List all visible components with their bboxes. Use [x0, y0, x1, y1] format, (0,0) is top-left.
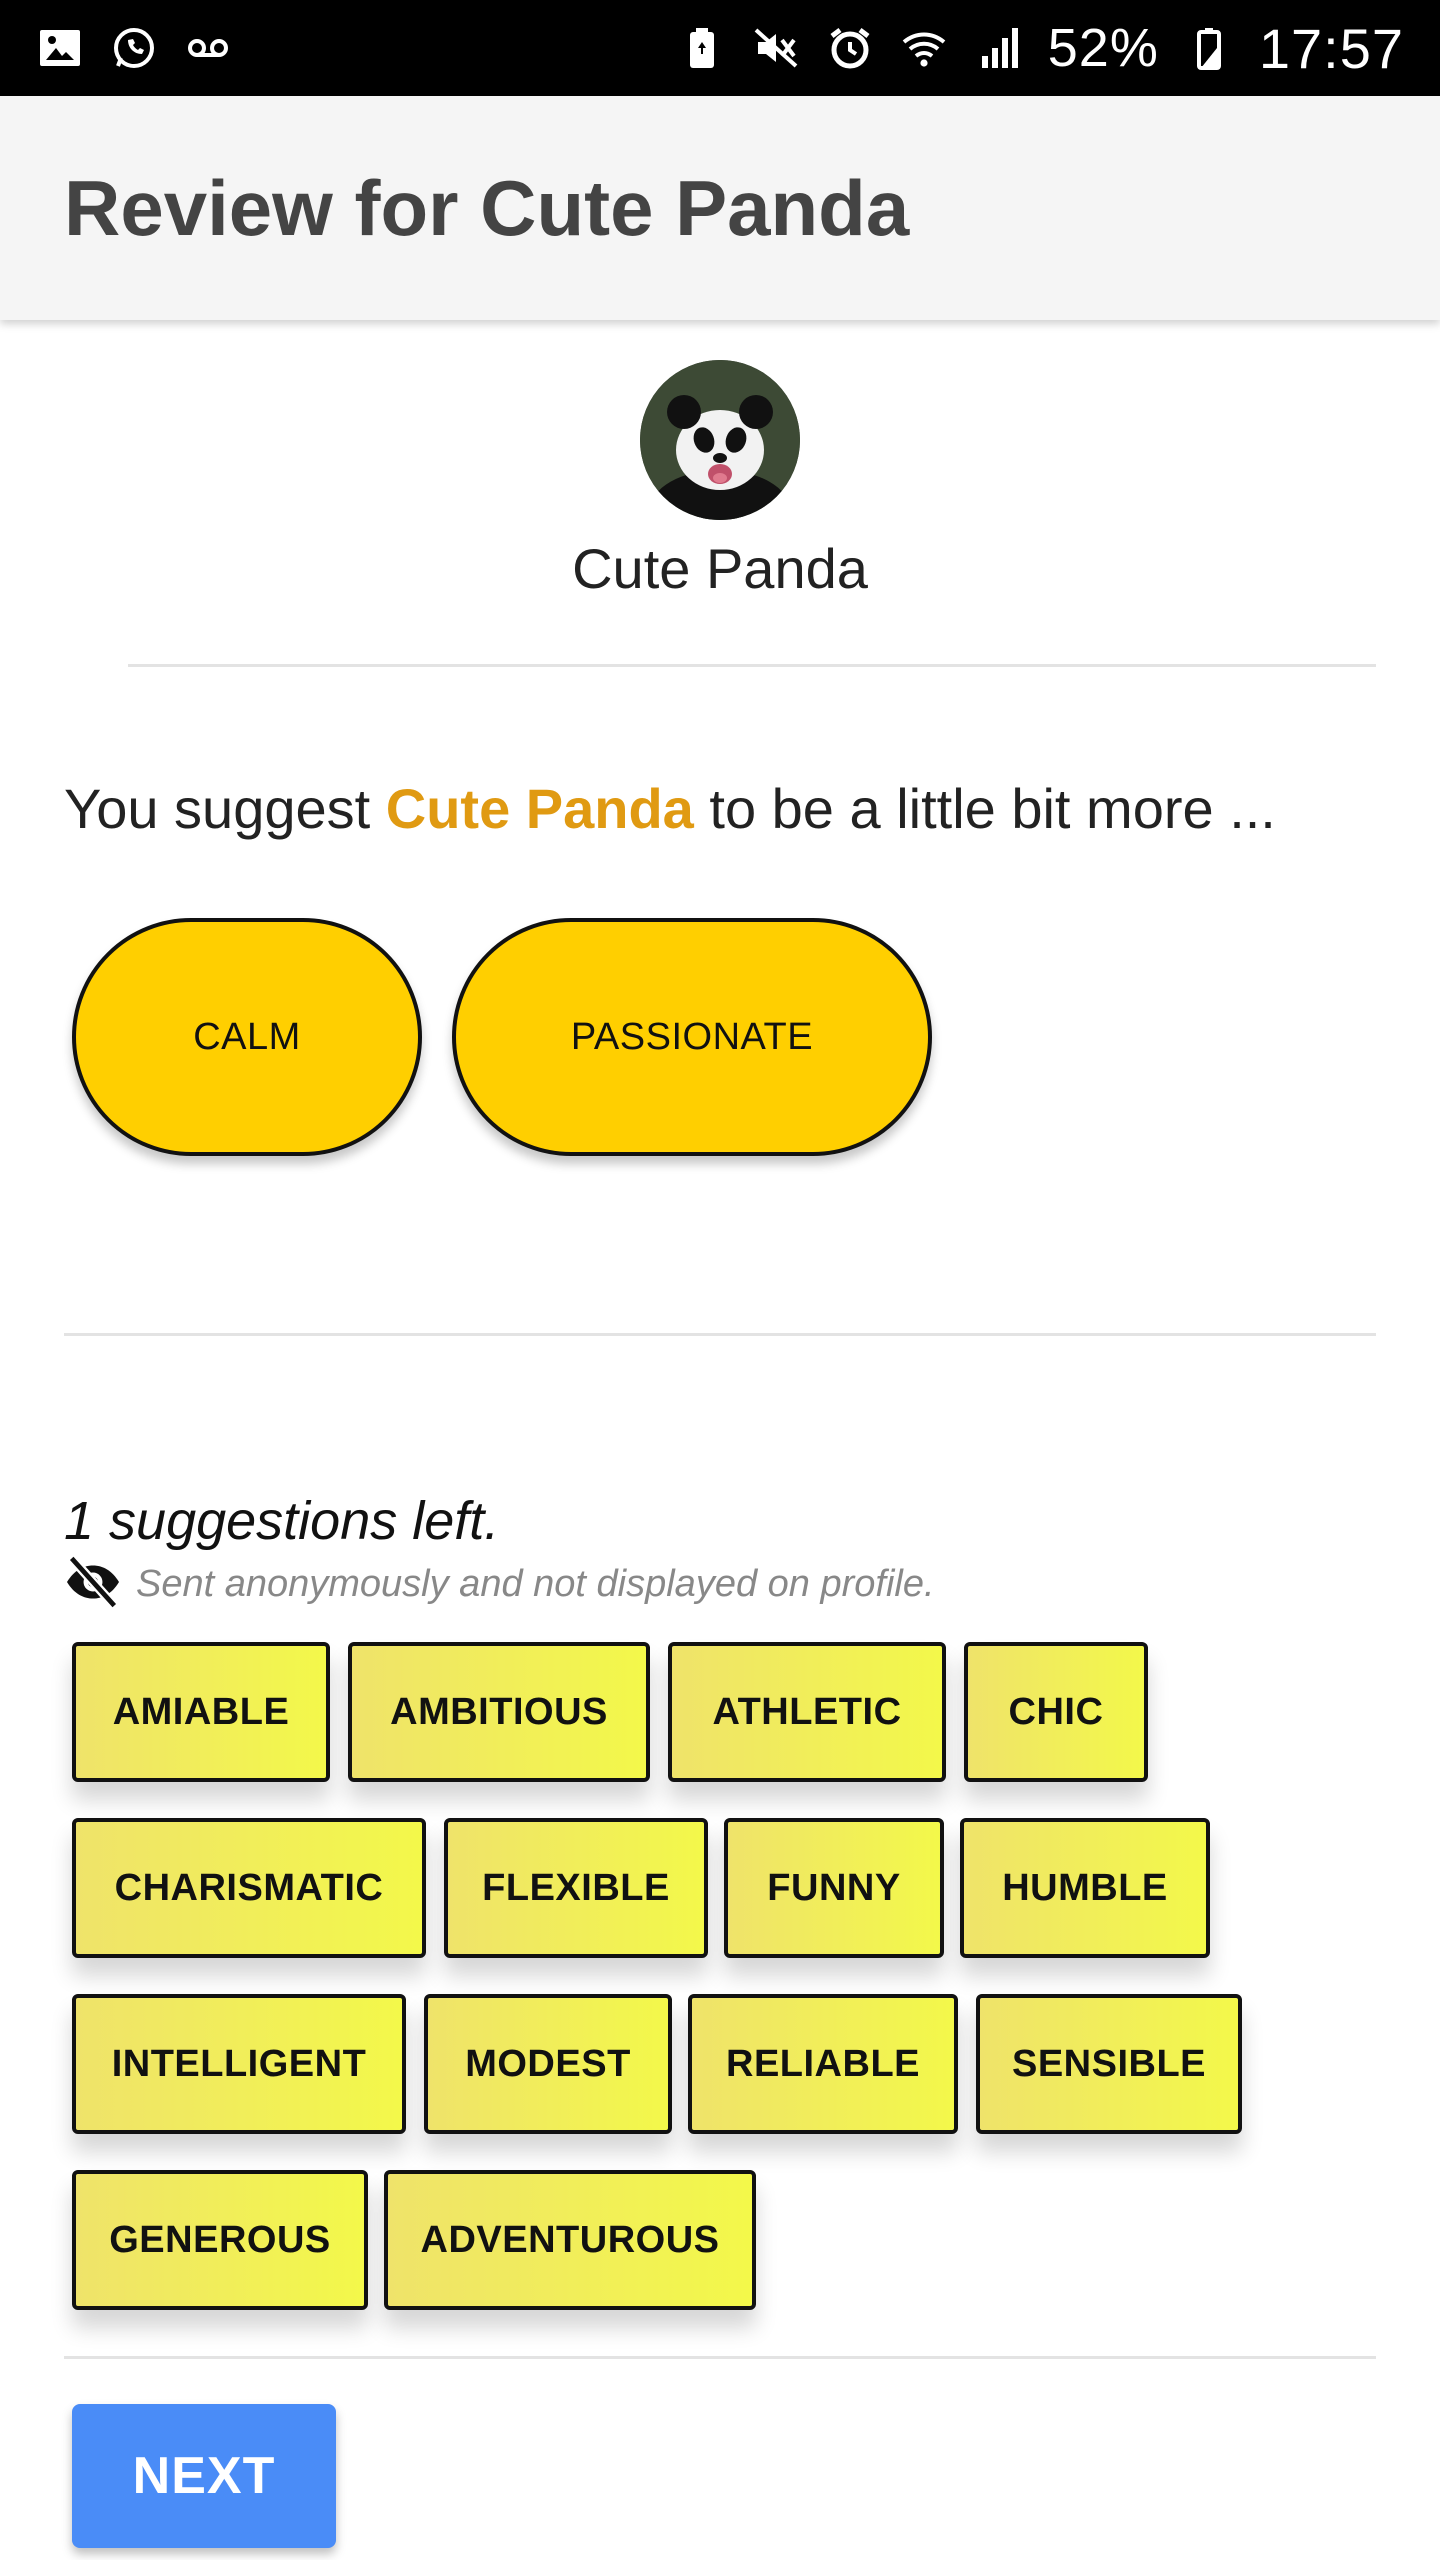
trait-chip-humble[interactable]: HUMBLE — [960, 1818, 1210, 1958]
trait-chip-chic[interactable]: CHIC — [964, 1642, 1148, 1782]
alarm-icon — [826, 24, 874, 72]
selected-trait-calm[interactable]: CALM — [72, 918, 422, 1156]
trait-chip-flexible[interactable]: FLEXIBLE — [444, 1818, 708, 1958]
divider — [128, 664, 1376, 667]
trait-chip-adventurous[interactable]: ADVENTUROUS — [384, 2170, 756, 2310]
status-bar: 52% 17:57 — [0, 0, 1440, 96]
page-title: Review for Cute Panda — [64, 163, 910, 252]
wifi-icon — [900, 24, 948, 72]
trait-chip-ambitious[interactable]: AMBITIOUS — [348, 1642, 650, 1782]
signal-icon — [974, 24, 1022, 72]
clock: 17:57 — [1258, 16, 1404, 80]
suggestion-target-name: Cute Panda — [385, 777, 694, 840]
battery-saver-icon — [678, 24, 726, 72]
trait-chip-sensible[interactable]: SENSIBLE — [976, 1994, 1242, 2134]
battery-percent: 52% — [1047, 18, 1159, 78]
panda-avatar-image — [640, 360, 800, 520]
trait-chip-intelligent[interactable]: INTELLIGENT — [72, 1994, 406, 2134]
app-bar: Review for Cute Panda — [0, 96, 1440, 320]
trait-chip-athletic[interactable]: ATHLETIC — [668, 1642, 946, 1782]
suggestion-prefix: You suggest — [64, 777, 386, 840]
trait-chip-amiable[interactable]: AMIABLE — [72, 1642, 330, 1782]
whatsapp-icon — [110, 24, 158, 72]
trait-chip-funny[interactable]: FUNNY — [724, 1818, 944, 1958]
avatar — [640, 360, 800, 520]
anonymous-note-text: Sent anonymously and not displayed on pr… — [136, 1563, 935, 1605]
battery-icon — [1185, 24, 1233, 72]
eye-off-icon — [64, 1555, 122, 1613]
trait-chip-reliable[interactable]: RELIABLE — [688, 1994, 958, 2134]
voicemail-icon — [184, 24, 232, 72]
trait-chip-charismatic[interactable]: CHARISMATIC — [72, 1818, 426, 1958]
suggestions-remaining: 1 suggestions left. — [64, 1491, 500, 1551]
anonymous-note: Sent anonymously and not displayed on pr… — [64, 1555, 935, 1613]
next-button[interactable]: NEXT — [72, 2404, 336, 2548]
mute-icon — [752, 24, 800, 72]
trait-chip-generous[interactable]: GENEROUS — [72, 2170, 368, 2310]
suggestion-suffix: to be a little bit more ... — [693, 777, 1276, 840]
divider — [64, 2356, 1376, 2359]
divider — [64, 1333, 1376, 1336]
suggestion-sentence: You suggest Cute Panda to be a little bi… — [64, 776, 1276, 841]
trait-chip-modest[interactable]: MODEST — [424, 1994, 672, 2134]
selected-trait-passionate[interactable]: PASSIONATE — [452, 918, 932, 1156]
profile-name: Cute Panda — [572, 537, 868, 600]
gallery-icon — [36, 24, 84, 72]
